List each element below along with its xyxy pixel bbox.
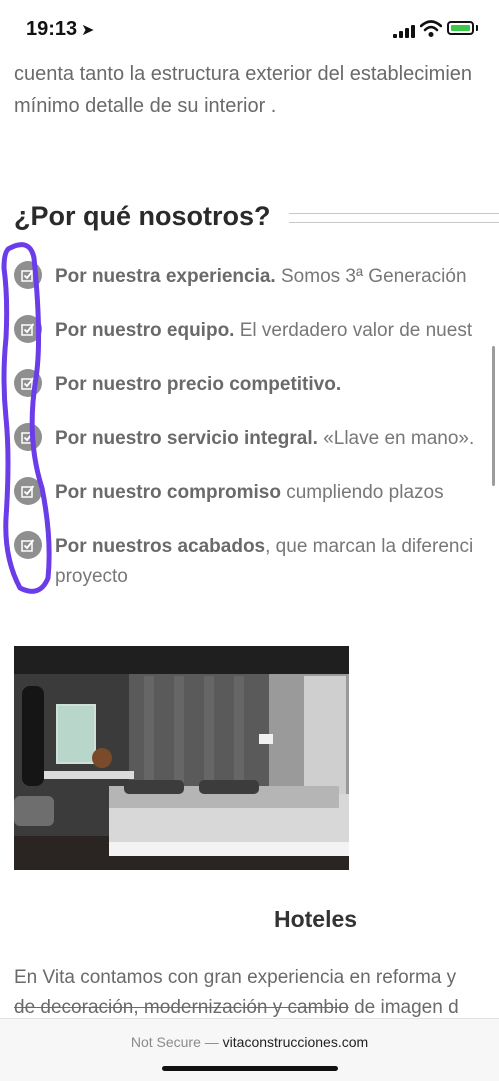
intro-line-1: cuenta tanto la estructura exterior del … xyxy=(14,63,473,85)
hotels-paragraph: En Vita contamos con gran experiencia en… xyxy=(14,963,499,1018)
reason-rest: Somos 3ª Generación xyxy=(275,266,467,287)
reason-bold: Por nuestro precio competitivo. xyxy=(55,374,342,395)
hotel-bedroom-image xyxy=(14,646,349,870)
why-us-heading-row: ¿Por qué nosotros? xyxy=(14,201,499,237)
reason-rest: , que marcan la diferenci xyxy=(265,536,474,557)
wifi-icon xyxy=(420,20,442,37)
why-us-heading: ¿Por qué nosotros? xyxy=(14,201,271,231)
reason-bold: Por nuestro compromiso xyxy=(55,482,281,503)
intro-paragraph: cuenta tanto la estructura exterior del … xyxy=(14,58,494,122)
status-time: 19:13 xyxy=(26,18,78,40)
reason-bold: Por nuestra experiencia. xyxy=(55,266,276,287)
page-content[interactable]: cuenta tanto la estructura exterior del … xyxy=(0,58,499,1018)
url-domain: vitaconstrucciones.com xyxy=(222,1034,369,1050)
reason-rest-line-2: proyecto xyxy=(55,566,128,587)
reason-rest: El verdadero valor de nuest xyxy=(234,320,473,341)
battery-cap xyxy=(476,25,478,31)
status-bar: 19:13 ➤ xyxy=(0,0,499,58)
address-bar[interactable]: Not Secure — vitaconstrucciones.com xyxy=(0,1018,499,1081)
heading-divider xyxy=(289,213,499,223)
scrollbar[interactable] xyxy=(492,346,495,486)
battery-fill xyxy=(451,25,470,31)
reason-rest: «Llave en mano». xyxy=(317,428,475,449)
reason-rest: cumpliendo plazos xyxy=(280,482,444,503)
reason-bold: Por nuestro equipo. xyxy=(55,320,235,341)
hotels-line-2-rest: de imagen d xyxy=(348,997,459,1018)
hotels-line-1: En Vita contamos con gran experiencia en… xyxy=(14,967,457,988)
intro-line-2: mínimo detalle de su interior . xyxy=(14,95,277,117)
location-arrow-icon: ➤ xyxy=(81,22,95,39)
signal-icon xyxy=(393,24,415,38)
battery-charging-icon xyxy=(447,21,474,35)
reason-bold: Por nuestros acabados xyxy=(55,536,266,557)
hotels-heading: Hoteles xyxy=(273,906,358,932)
home-indicator[interactable] xyxy=(162,1066,338,1071)
hotels-line-2-struck: de decoración, modernización y cambio xyxy=(14,997,349,1018)
url-display[interactable]: Not Secure — vitaconstrucciones.com xyxy=(0,1034,499,1050)
reason-bold: Por nuestro servicio integral. xyxy=(55,428,318,449)
handwritten-highlight-annotation xyxy=(1,242,52,594)
security-warning: Not Secure — xyxy=(130,1034,219,1050)
